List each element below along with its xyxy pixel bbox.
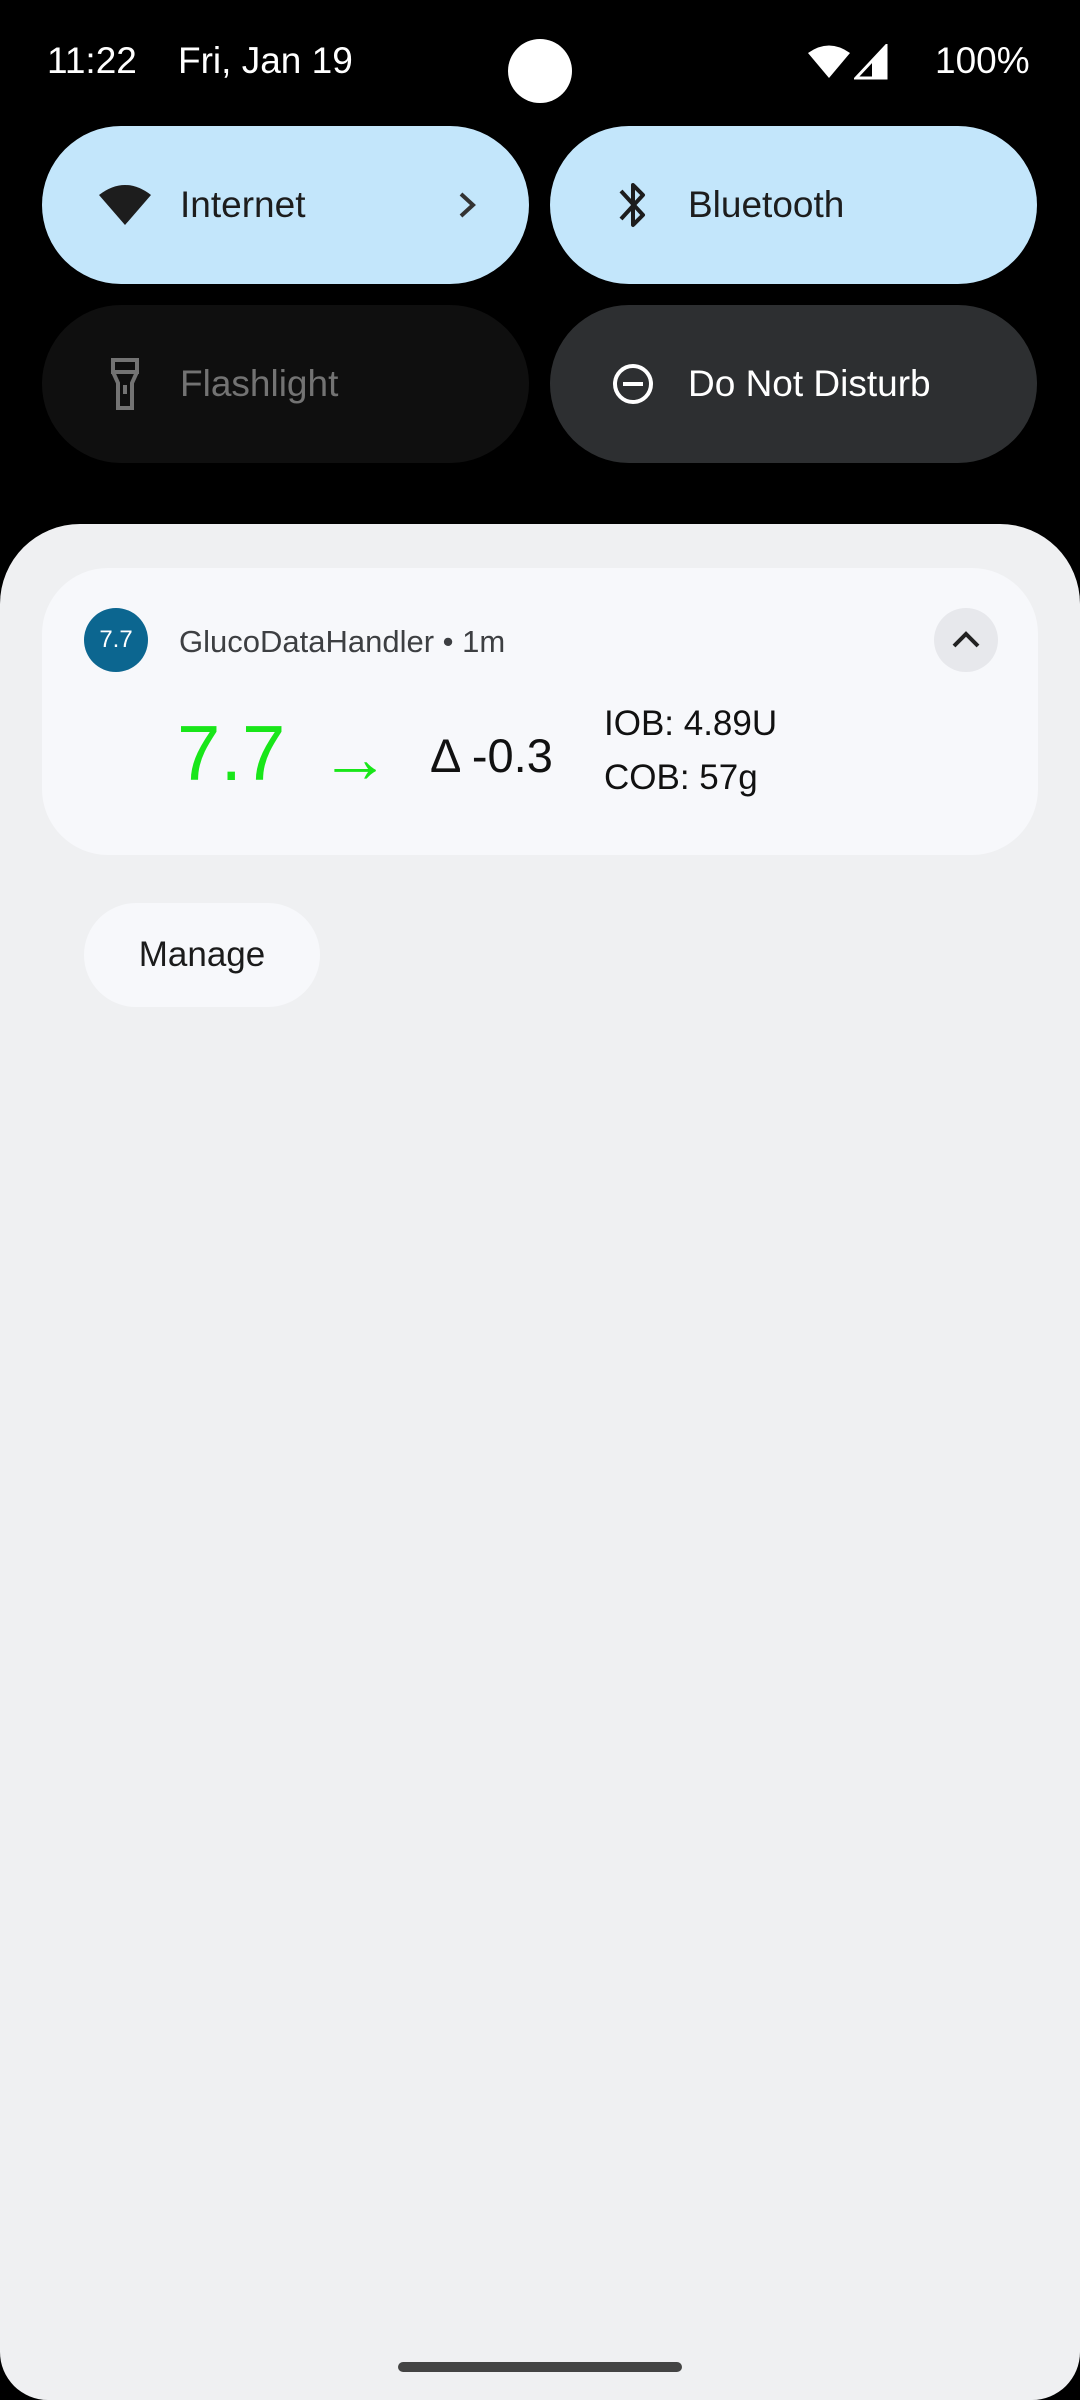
trend-arrow-icon: → [320,719,390,797]
tile-internet[interactable]: Internet [42,126,529,284]
app-icon: 7.7 [84,608,148,672]
clock: 11:22 [47,40,137,81]
glucose-value: 7.7 [177,709,286,797]
cell-signal-icon [854,44,888,80]
manage-button[interactable]: Manage [84,903,320,1007]
bluetooth-icon [602,174,664,236]
notification-time: 1m [462,624,506,659]
wifi-icon [94,174,156,236]
battery-level: 100% [935,40,1030,81]
collapse-button[interactable] [934,608,998,672]
do-not-disturb-icon [602,353,664,415]
status-bar: 11:22 Fri, Jan 19 100% [0,0,1080,130]
app-name: GlucoDataHandler [179,624,435,659]
iob-value: IOB: 4.89U [604,704,778,743]
camera-cutout [508,39,572,103]
glucose-delta: Δ -0.3 [430,729,553,782]
chevron-right-icon [459,192,476,218]
tile-flashlight[interactable]: Flashlight [42,305,529,463]
tile-internet-label: Internet [180,184,306,225]
header-separator: • [442,624,454,659]
tile-bluetooth[interactable]: Bluetooth [550,126,1037,284]
tile-flashlight-label: Flashlight [180,363,339,404]
flashlight-icon [94,353,156,415]
screen: 11:22 Fri, Jan 19 100% Internet Bluetoot… [0,0,1080,2400]
tile-dnd-label: Do Not Disturb [688,363,931,404]
tile-do-not-disturb[interactable]: Do Not Disturb [550,305,1037,463]
chevron-up-icon [952,631,980,648]
tile-bluetooth-label: Bluetooth [688,184,845,225]
cob-value: COB: 57g [604,758,758,797]
notification-card[interactable]: 7.7 GlucoDataHandler • 1m 7.7 → Δ -0.3 I… [42,568,1038,855]
home-indicator[interactable] [398,2362,682,2372]
wifi-icon [808,45,850,78]
date: Fri, Jan 19 [178,40,353,81]
notification-header: GlucoDataHandler • 1m [179,624,505,660]
